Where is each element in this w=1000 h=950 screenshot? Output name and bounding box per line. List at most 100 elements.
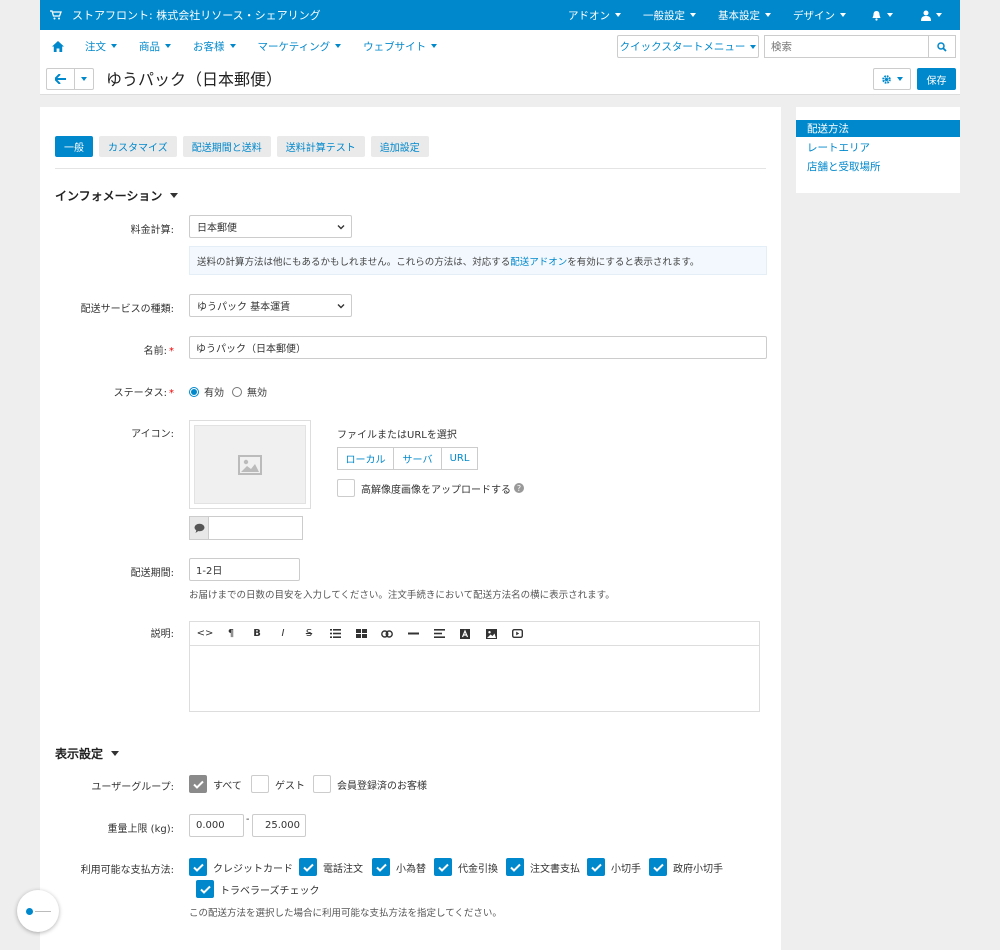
save-button[interactable]: 保存 bbox=[917, 68, 956, 90]
side-item-stores-pickup[interactable]: 店舗と受取場所 bbox=[796, 158, 960, 175]
payment-purchase-order-checkbox[interactable]: 注文書支払 bbox=[506, 858, 580, 876]
delivery-period-input[interactable]: 1-2日 bbox=[189, 558, 300, 581]
rate-calculation-select[interactable]: 日本郵便 bbox=[189, 215, 352, 238]
help-icon[interactable]: ? bbox=[514, 483, 524, 493]
search-input[interactable] bbox=[764, 35, 928, 58]
file-server-button[interactable]: サーバ bbox=[393, 447, 442, 470]
required-mark: * bbox=[169, 346, 174, 357]
storefront-selector[interactable]: ストアフロント: 株式会社リソース・シェアリング bbox=[40, 7, 321, 23]
insert-image-button[interactable] bbox=[478, 624, 504, 644]
quickstart-menu-button[interactable]: クイックスタートメニュー bbox=[617, 35, 759, 58]
checkbox-checked-icon bbox=[189, 858, 207, 876]
checkbox-unchecked-icon bbox=[337, 479, 355, 497]
page-header: 注文 商品 お客様 マーケティング ウェブサイト クイックスタートメニュー ゆう… bbox=[40, 30, 960, 95]
rate-calculation-label: 料金計算: bbox=[130, 225, 174, 236]
payment-government-check-checkbox[interactable]: 政府小切手 bbox=[649, 858, 723, 876]
checkbox-checked-icon bbox=[434, 858, 452, 876]
strikethrough-button[interactable]: S bbox=[296, 624, 322, 644]
horizontal-rule-button[interactable] bbox=[400, 624, 426, 644]
menu-general-settings-label: 一般設定 bbox=[643, 9, 685, 22]
alt-text-input[interactable] bbox=[209, 516, 303, 540]
user-group-guest-checkbox[interactable]: ゲスト bbox=[251, 775, 305, 793]
caret-down-icon bbox=[81, 77, 87, 81]
bullet-list-button[interactable] bbox=[322, 624, 348, 644]
nav-products[interactable]: 商品 bbox=[128, 39, 182, 54]
status-active-radio[interactable]: 有効 bbox=[189, 384, 224, 399]
file-select-label: ファイルまたはURLを選択 bbox=[337, 430, 457, 441]
menu-addons[interactable]: アドオン bbox=[557, 8, 632, 23]
nav-customers[interactable]: お客様 bbox=[182, 39, 247, 54]
bell-icon bbox=[872, 10, 881, 21]
hires-upload-label: 高解像度画像をアップロードする bbox=[361, 484, 511, 496]
logo-dot-icon bbox=[25, 907, 33, 915]
payment-money-order-checkbox[interactable]: 小為替 bbox=[372, 858, 426, 876]
menu-design[interactable]: デザイン bbox=[782, 8, 857, 23]
file-source-buttons: ローカル サーバ URL bbox=[337, 447, 478, 470]
hires-upload-checkbox[interactable]: 高解像度画像をアップロードする ? bbox=[337, 479, 524, 497]
tab-general[interactable]: 一般 bbox=[55, 136, 93, 157]
section-information-toggle[interactable]: インフォメーション bbox=[55, 187, 179, 204]
align-button[interactable] bbox=[426, 624, 452, 644]
font-color-button[interactable] bbox=[452, 624, 478, 644]
icon-placeholder bbox=[194, 425, 306, 504]
bold-button[interactable]: B bbox=[244, 624, 270, 644]
back-dropdown-button[interactable] bbox=[74, 68, 94, 90]
file-local-button[interactable]: ローカル bbox=[337, 447, 394, 470]
notifications-menu[interactable] bbox=[857, 10, 907, 21]
video-icon bbox=[511, 629, 523, 638]
tab-rate-calculation-test[interactable]: 送料計算テスト bbox=[276, 136, 365, 157]
shipping-addons-link[interactable]: 配送アドオン bbox=[510, 254, 567, 268]
tab-delivery-time-and-rates[interactable]: 配送期間と送料 bbox=[182, 136, 271, 157]
home-icon[interactable] bbox=[52, 40, 64, 52]
menu-general-settings[interactable]: 一般設定 bbox=[632, 8, 707, 23]
link-button[interactable] bbox=[374, 624, 400, 644]
side-item-rate-areas[interactable]: レートエリア bbox=[796, 139, 960, 156]
tab-additional-settings[interactable]: 追加設定 bbox=[370, 136, 429, 157]
section-display-toggle[interactable]: 表示設定 bbox=[55, 745, 120, 762]
settings-dropdown-button[interactable] bbox=[873, 68, 911, 90]
payment-travelers-check-checkbox[interactable]: トラベラーズチェック bbox=[196, 880, 320, 898]
paragraph-button[interactable]: ¶ bbox=[218, 624, 244, 644]
side-item-shipping-methods[interactable]: 配送方法 bbox=[796, 120, 960, 137]
horizontal-rule-icon bbox=[407, 632, 419, 635]
payment-credit-card-checkbox[interactable]: クレジットカード bbox=[189, 858, 293, 876]
status-disabled-radio[interactable]: 無効 bbox=[232, 384, 267, 399]
caret-down-icon bbox=[897, 77, 903, 81]
note-text-end: を有効にすると表示されます。 bbox=[567, 256, 700, 268]
nav-marketing[interactable]: マーケティング bbox=[247, 39, 353, 54]
payment-check-checkbox[interactable]: 小切手 bbox=[587, 858, 641, 876]
italic-button[interactable]: I bbox=[270, 624, 296, 644]
payment-phone-order-checkbox[interactable]: 電話注文 bbox=[299, 858, 363, 876]
tab-divider bbox=[55, 168, 766, 169]
caret-down-icon bbox=[936, 13, 942, 17]
user-group-registered-checkbox[interactable]: 会員登録済のお客様 bbox=[313, 775, 427, 793]
table-button[interactable] bbox=[348, 624, 374, 644]
nav-orders[interactable]: 注文 bbox=[74, 39, 128, 54]
nav-customers-label: お客様 bbox=[193, 40, 225, 53]
menu-basic-settings[interactable]: 基本設定 bbox=[707, 8, 782, 23]
user-menu[interactable] bbox=[907, 10, 960, 21]
tab-customize[interactable]: カスタマイズ bbox=[99, 136, 177, 157]
floating-help-button[interactable] bbox=[17, 890, 59, 932]
nav-website[interactable]: ウェブサイト bbox=[352, 39, 448, 54]
insert-video-button[interactable] bbox=[504, 624, 530, 644]
weight-min-input[interactable]: 0.000 bbox=[189, 814, 244, 837]
search-icon bbox=[937, 41, 947, 52]
payment-cod-checkbox[interactable]: 代金引換 bbox=[434, 858, 498, 876]
user-group-all-checkbox[interactable]: すべて bbox=[189, 775, 242, 793]
service-type-select[interactable]: ゆうパック 基本運賃 bbox=[189, 294, 352, 317]
file-url-button[interactable]: URL bbox=[441, 447, 478, 470]
gear-icon bbox=[882, 74, 891, 84]
payment-cod-label: 代金引換 bbox=[458, 863, 498, 875]
quickstart-label: クイックスタートメニュー bbox=[619, 41, 746, 53]
back-button[interactable] bbox=[46, 68, 75, 90]
weight-max-input[interactable]: 25.000 bbox=[252, 814, 306, 837]
search-button[interactable] bbox=[928, 35, 956, 58]
status-label-text: ステータス: bbox=[113, 388, 167, 399]
name-input[interactable]: ゆうパック（日本郵便） bbox=[189, 336, 767, 359]
delivery-period-label: 配送期間: bbox=[130, 568, 174, 579]
user-group-all-label: すべて bbox=[213, 780, 242, 792]
caret-down-icon bbox=[111, 44, 117, 48]
caret-down-icon bbox=[229, 44, 236, 48]
code-view-button[interactable]: <> bbox=[192, 624, 218, 644]
